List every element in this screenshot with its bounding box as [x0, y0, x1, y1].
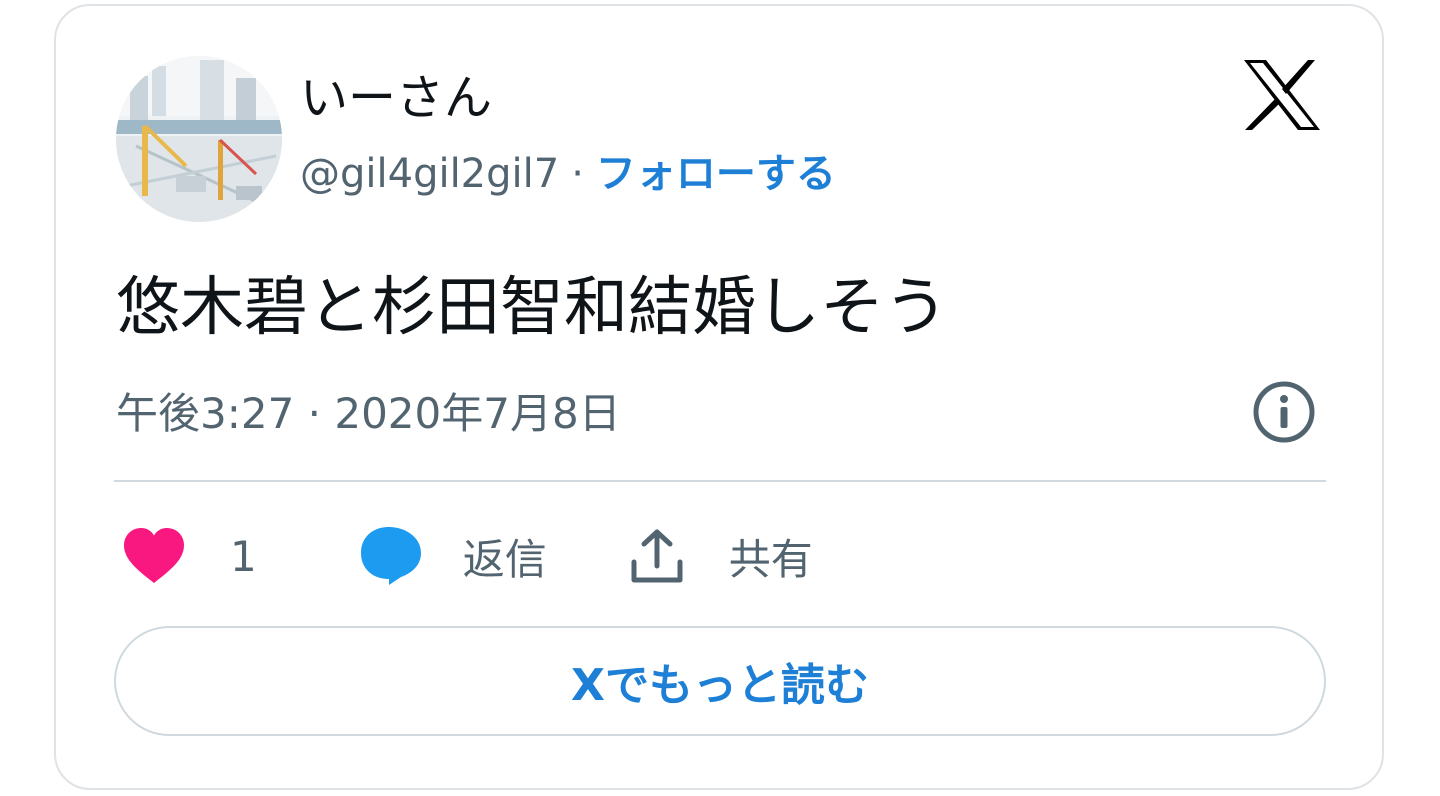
- tweet-embed-card: いーさん @gil4gil2gil7 · フォローする 悠木碧と杉田智和結婚しそう …: [54, 4, 1384, 790]
- x-logo-icon[interactable]: [1242, 58, 1322, 132]
- avatar-image: [116, 56, 282, 222]
- read-more-label: Xでもっと読む: [571, 660, 869, 711]
- reply-label: 返信: [462, 534, 547, 584]
- heart-icon: [124, 528, 184, 583]
- separator-dot: ·: [571, 151, 584, 197]
- divider: [114, 480, 1326, 482]
- share-upload-icon: [631, 529, 683, 583]
- tweet-timestamp[interactable]: 午後3:27 · 2020年7月8日: [116, 386, 621, 442]
- share-button[interactable]: 共有: [629, 526, 813, 587]
- like-count: 1: [230, 531, 257, 581]
- share-label: 共有: [728, 534, 813, 584]
- follow-link[interactable]: フォローする: [596, 151, 836, 197]
- info-icon[interactable]: [1250, 378, 1318, 446]
- author-handle[interactable]: @gil4gil2gil7: [300, 151, 559, 197]
- author-display-name[interactable]: いーさん: [300, 66, 492, 130]
- like-button[interactable]: 1: [122, 527, 257, 585]
- reply-button[interactable]: 返信: [359, 525, 547, 587]
- author-handle-row: @gil4gil2gil7 · フォローする: [300, 146, 836, 202]
- tweet-text: 悠木碧と杉田智和結婚しそう: [116, 271, 948, 345]
- read-more-button[interactable]: Xでもっと読む: [114, 626, 1326, 736]
- speech-bubble-icon: [360, 527, 421, 585]
- avatar[interactable]: [116, 56, 282, 222]
- action-bar: 1 返信 共有: [122, 520, 813, 592]
